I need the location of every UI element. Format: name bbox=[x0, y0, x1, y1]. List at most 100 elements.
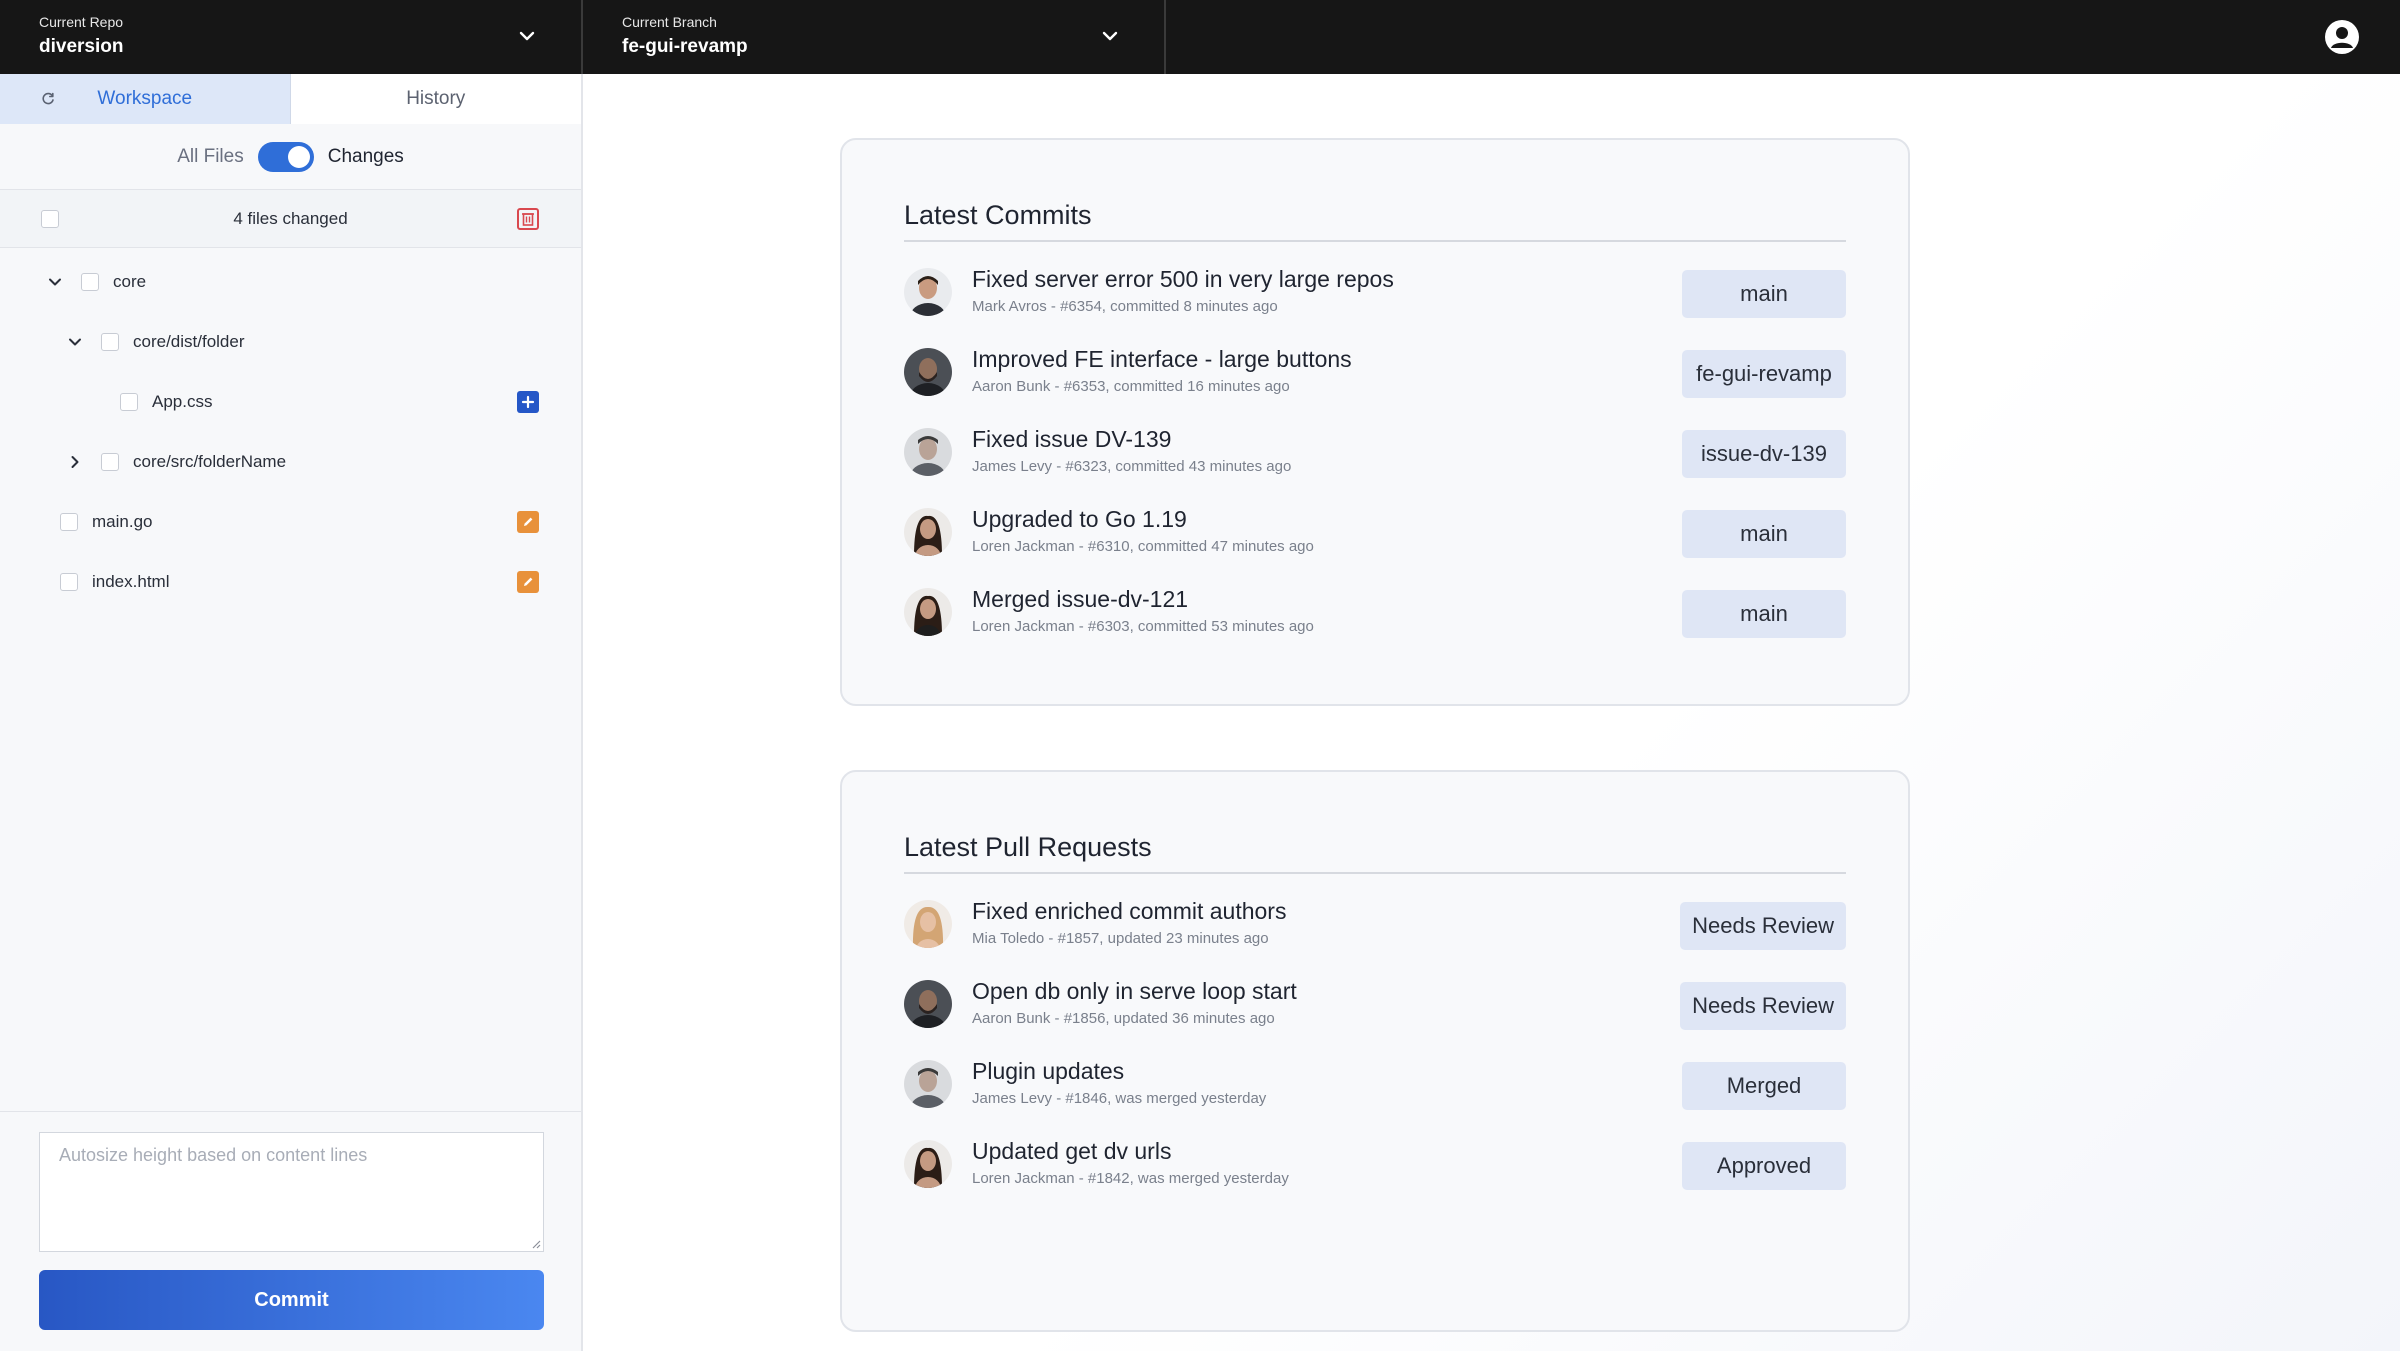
branch-tag[interactable]: main bbox=[1682, 590, 1846, 638]
refresh-icon bbox=[42, 92, 54, 105]
tree-item-file[interactable]: main.go bbox=[0, 492, 581, 552]
commit-meta: Aaron Bunk - #6353, committed 16 minutes… bbox=[972, 378, 1290, 395]
pull-request-title: Open db only in serve loop start bbox=[972, 978, 1297, 1004]
commit-item[interactable]: Merged issue-dv-121 Loren Jackman - #630… bbox=[904, 578, 1846, 658]
commit-item[interactable]: Fixed issue DV-139 James Levy - #6323, c… bbox=[904, 418, 1846, 498]
item-checkbox[interactable] bbox=[101, 453, 119, 471]
repo-selector-value: diversion bbox=[39, 36, 124, 57]
commit-item[interactable]: Fixed server error 500 in very large rep… bbox=[904, 258, 1846, 338]
commit-list: Fixed server error 500 in very large rep… bbox=[904, 258, 1846, 658]
branch-selector[interactable]: Current Branch fe-gui-revamp bbox=[583, 0, 1166, 74]
commit-button[interactable]: Commit bbox=[39, 1270, 544, 1330]
branch-tag[interactable]: main bbox=[1682, 270, 1846, 318]
chevron-down-icon[interactable] bbox=[65, 332, 85, 352]
divider bbox=[904, 872, 1846, 874]
status-badge[interactable]: Approved bbox=[1682, 1142, 1846, 1190]
changes-label: Changes bbox=[327, 145, 404, 167]
item-checkbox[interactable] bbox=[60, 513, 78, 531]
pull-request-meta: Mia Toledo - #1857, updated 23 minutes a… bbox=[972, 930, 1269, 947]
resize-grip-icon[interactable] bbox=[529, 1237, 541, 1249]
pull-request-item[interactable]: Updated get dv urls Loren Jackman - #184… bbox=[904, 1130, 1846, 1210]
tab-history-label: History bbox=[406, 88, 466, 109]
changes-count: 4 files changed bbox=[233, 208, 348, 228]
latest-pull-requests-card: Latest Pull Requests Fixed enriched comm… bbox=[840, 770, 1910, 1332]
item-checkbox[interactable] bbox=[81, 273, 99, 291]
tree-item-file[interactable]: index.html bbox=[0, 552, 581, 612]
commit-panel: Commit bbox=[0, 1111, 581, 1351]
tree-item-label: core bbox=[113, 272, 147, 291]
trash-icon[interactable] bbox=[517, 208, 539, 230]
tree-item-label: main.go bbox=[92, 512, 153, 531]
chevron-down-icon bbox=[1102, 31, 1118, 41]
chevron-down-icon bbox=[519, 31, 535, 41]
account-icon[interactable] bbox=[2324, 19, 2360, 55]
latest-pull-requests-title: Latest Pull Requests bbox=[904, 832, 1152, 862]
status-badge[interactable]: Needs Review bbox=[1680, 982, 1846, 1030]
avatar bbox=[904, 1140, 952, 1188]
tree-item-folder[interactable]: core bbox=[0, 252, 581, 312]
avatar bbox=[904, 980, 952, 1028]
branch-selector-value: fe-gui-revamp bbox=[622, 36, 748, 57]
tab-workspace-label: Workspace bbox=[97, 88, 193, 109]
changes-toggle[interactable] bbox=[257, 141, 314, 172]
pull-request-item[interactable]: Open db only in serve loop start Aaron B… bbox=[904, 970, 1846, 1050]
pull-request-title: Plugin updates bbox=[972, 1058, 1125, 1084]
sidebar-tabs: Workspace History bbox=[0, 74, 581, 124]
pull-request-title: Fixed enriched commit authors bbox=[972, 898, 1287, 924]
commit-meta: Loren Jackman - #6303, committed 53 minu… bbox=[972, 618, 1314, 635]
tab-workspace[interactable]: Workspace bbox=[0, 74, 291, 124]
file-tree: core core/dist/folder App.css core/src/f… bbox=[0, 248, 581, 612]
repo-selector[interactable]: Current Repo diversion bbox=[0, 0, 583, 74]
repo-selector-label: Current Repo bbox=[39, 14, 124, 30]
pull-request-meta: Loren Jackman - #1842, was merged yester… bbox=[972, 1170, 1289, 1187]
changes-header: 4 files changed bbox=[0, 190, 581, 248]
avatar bbox=[904, 428, 952, 476]
branch-tag[interactable]: main bbox=[1682, 510, 1846, 558]
file-modified-icon bbox=[517, 511, 539, 533]
item-checkbox[interactable] bbox=[60, 573, 78, 591]
tab-history[interactable]: History bbox=[290, 74, 581, 124]
tree-item-folder[interactable]: core/dist/folder bbox=[0, 312, 581, 372]
pull-request-meta: James Levy - #1846, was merged yesterday bbox=[972, 1090, 1267, 1107]
commit-meta: Loren Jackman - #6310, committed 47 minu… bbox=[972, 538, 1314, 555]
tree-item-folder[interactable]: core/src/folderName bbox=[0, 432, 581, 492]
commit-message-input[interactable] bbox=[39, 1132, 544, 1252]
item-checkbox[interactable] bbox=[120, 393, 138, 411]
select-all-checkbox[interactable] bbox=[41, 210, 59, 228]
latest-commits-title: Latest Commits bbox=[904, 200, 1092, 230]
commit-meta: James Levy - #6323, committed 43 minutes… bbox=[972, 458, 1292, 475]
file-added-icon bbox=[517, 391, 539, 413]
pull-request-title: Updated get dv urls bbox=[972, 1138, 1172, 1164]
commit-item[interactable]: Upgraded to Go 1.19 Loren Jackman - #631… bbox=[904, 498, 1846, 578]
commit-title: Fixed issue DV-139 bbox=[972, 426, 1172, 452]
commit-item[interactable]: Improved FE interface - large buttons Aa… bbox=[904, 338, 1846, 418]
file-filter-row: All Files Changes bbox=[0, 124, 581, 190]
divider bbox=[904, 240, 1846, 242]
tree-item-label: App.css bbox=[152, 392, 213, 411]
avatar bbox=[904, 1060, 952, 1108]
commit-meta: Mark Avros - #6354, committed 8 minutes … bbox=[972, 298, 1278, 315]
item-checkbox[interactable] bbox=[101, 333, 119, 351]
chevron-down-icon[interactable] bbox=[45, 272, 65, 292]
pull-request-list: Fixed enriched commit authors Mia Toledo… bbox=[904, 890, 1846, 1210]
pull-request-item[interactable]: Plugin updates James Levy - #1846, was m… bbox=[904, 1050, 1846, 1130]
tree-item-label: core/dist/folder bbox=[133, 332, 245, 351]
status-badge[interactable]: Needs Review bbox=[1680, 902, 1846, 950]
commit-title: Merged issue-dv-121 bbox=[972, 586, 1189, 612]
latest-commits-card: Latest Commits Fixed server error 500 in… bbox=[840, 138, 1910, 706]
avatar bbox=[904, 348, 952, 396]
chevron-right-icon[interactable] bbox=[65, 452, 85, 472]
main-content: Latest Commits Fixed server error 500 in… bbox=[585, 74, 2400, 1351]
status-badge[interactable]: Merged bbox=[1682, 1062, 1846, 1110]
pull-request-meta: Aaron Bunk - #1856, updated 36 minutes a… bbox=[972, 1010, 1275, 1027]
pull-request-item[interactable]: Fixed enriched commit authors Mia Toledo… bbox=[904, 890, 1846, 970]
all-files-label: All Files bbox=[177, 145, 244, 167]
tree-item-file[interactable]: App.css bbox=[0, 372, 581, 432]
sidebar: Workspace History All Files Changes 4 fi… bbox=[0, 74, 583, 1351]
branch-tag[interactable]: issue-dv-139 bbox=[1682, 430, 1846, 478]
tree-item-label: core/src/folderName bbox=[133, 452, 287, 471]
file-modified-icon bbox=[517, 571, 539, 593]
branch-tag[interactable]: fe-gui-revamp bbox=[1682, 350, 1846, 398]
avatar bbox=[904, 268, 952, 316]
